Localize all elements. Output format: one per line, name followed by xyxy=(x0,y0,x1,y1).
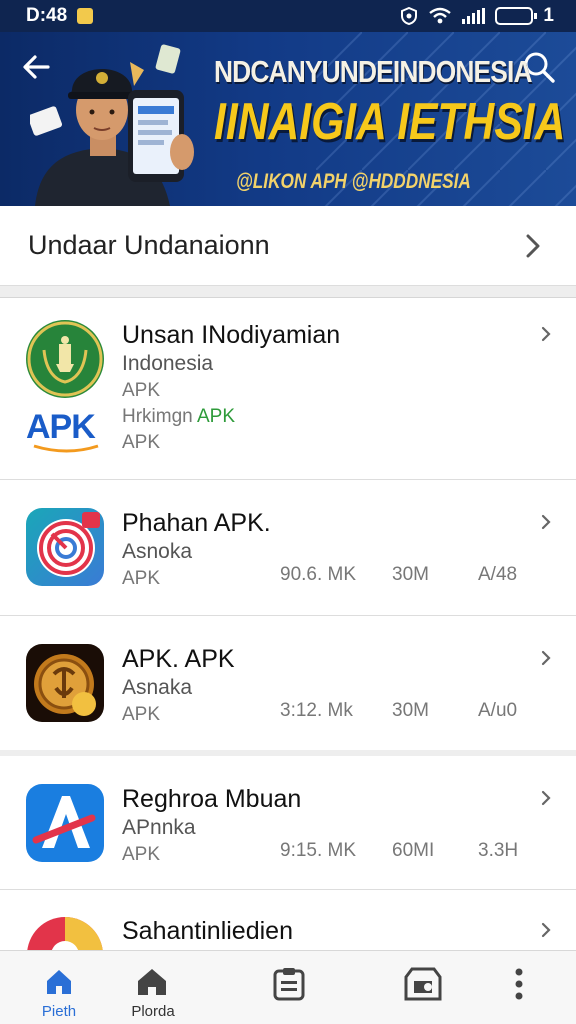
app-size: 90.6. MK xyxy=(280,564,357,585)
back-arrow-icon[interactable] xyxy=(20,52,54,82)
emblem-icon xyxy=(26,320,104,398)
colorful-circle-icon xyxy=(26,916,104,950)
list-item[interactable]: Reghroa Mbuan APnnka APK 9:15. MK 60MI 3… xyxy=(0,756,576,890)
nav-item-more[interactable] xyxy=(490,951,548,1024)
chevron-right-icon xyxy=(541,790,551,806)
target-icon xyxy=(26,508,104,586)
apk-logo-text: APK xyxy=(26,408,96,446)
list-item[interactable]: Phahan APK. Asnoka APK 90.6. MK 30M A/48 xyxy=(0,480,576,616)
list-icon xyxy=(273,968,305,1001)
app-size: 3:12. Mk xyxy=(280,700,353,721)
app-subtitle: APnnka xyxy=(122,816,196,839)
more-vertical-icon xyxy=(515,968,523,1000)
app-name: APK. APK xyxy=(122,645,235,673)
wifi-icon xyxy=(429,7,452,24)
category-row[interactable]: Undaar Undanaionn xyxy=(0,206,576,286)
app-name: Sahantinliedien xyxy=(122,917,293,945)
store-icon xyxy=(404,967,442,1001)
app-subtitle: Asnaka xyxy=(122,676,193,699)
app-text: Unsan INodiyamian Indonesia APK Hrkimgn … xyxy=(122,320,340,456)
app-text: Reghroa Mbuan APnnka APK xyxy=(122,784,301,868)
list-item[interactable]: Sahantinliedien xyxy=(0,890,576,950)
app-rating: A/48 xyxy=(478,564,518,585)
battery-icon xyxy=(495,7,538,25)
chevron-right-icon xyxy=(541,326,551,342)
chevron-right-icon xyxy=(526,234,540,257)
app-downloads: 30M xyxy=(392,700,429,721)
app-type-2: APK xyxy=(122,432,161,453)
app-downloads: 60MI xyxy=(392,840,435,861)
app-name: Phahan APK. xyxy=(122,509,271,537)
banner-title-line1: NDCANYUNDEINDONESIA xyxy=(214,54,532,89)
nav-label-home: Pieth xyxy=(41,1003,77,1020)
app-text: APK. APK Asnaka APK xyxy=(122,644,235,728)
chevron-right-icon xyxy=(541,922,551,938)
status-time: D:48 xyxy=(26,5,68,26)
app-downloads: 30M xyxy=(392,564,429,585)
app-extra-accent: APK xyxy=(196,406,235,427)
section-divider xyxy=(0,286,576,298)
signal-icon xyxy=(462,8,486,24)
app-type: APK xyxy=(122,704,161,725)
smile-arrow-icon xyxy=(33,444,99,453)
status-bar: D:48 1 xyxy=(0,0,576,32)
status-right: 1 xyxy=(400,5,554,27)
app-name: Unsan INodiyamian xyxy=(122,321,341,349)
person-with-phone-illustration xyxy=(30,44,194,206)
app-subtitle: Indonesia xyxy=(122,352,214,375)
nav-item-second[interactable]: Plorda xyxy=(114,951,192,1024)
nav-item-store[interactable] xyxy=(384,951,462,1024)
app-type: APK xyxy=(122,844,161,865)
app-text: Sahantinliedien xyxy=(122,916,293,946)
app-size: 9:15. MK xyxy=(280,840,357,861)
status-right-text: 1 xyxy=(543,5,554,26)
nav-label-second: Plorda xyxy=(131,1003,175,1020)
chevron-right-icon xyxy=(541,650,551,666)
nav-item-list[interactable] xyxy=(250,951,328,1024)
list-item[interactable]: APK Unsan INodiyamian Indonesia APK Hrki… xyxy=(0,298,576,480)
home-icon xyxy=(47,970,71,994)
letter-a-icon xyxy=(26,784,104,862)
app-text: Phahan APK. Asnoka APK xyxy=(122,508,271,592)
header-banner: NDCANYUNDEINDONESIA IINAIGIA IETHSIA @LI… xyxy=(0,32,576,206)
app-list: APK Unsan INodiyamian Indonesia APK Hrki… xyxy=(0,298,576,950)
bottom-navigation: Pieth Plorda xyxy=(0,950,576,1024)
notification-icon xyxy=(77,8,94,24)
app-type: APK xyxy=(122,380,161,401)
category-title: Undaar Undanaionn xyxy=(28,230,270,260)
apk-logo: APK xyxy=(26,408,106,453)
banner-title-line2: IINAIGIA IETHSIA xyxy=(214,93,566,151)
app-subtitle: Asnoka xyxy=(122,540,193,563)
app-extra: Hrkimgn APK xyxy=(122,404,340,430)
shield-icon xyxy=(401,7,418,25)
golden-coin-icon xyxy=(26,644,104,722)
banner-subtitle: @LIKON APH @HDDDNESIA xyxy=(236,170,471,193)
app-rating: 3.3H xyxy=(478,840,519,861)
home-icon xyxy=(138,969,166,995)
app-name: Reghroa Mbuan xyxy=(122,785,302,813)
app-extra-prefix: Hrkimgn xyxy=(122,406,193,427)
nav-item-home[interactable]: Pieth xyxy=(20,951,98,1024)
app-rating: A/u0 xyxy=(478,700,518,721)
app-type: APK xyxy=(122,568,161,589)
status-left: D:48 xyxy=(26,5,94,27)
list-item[interactable]: APK. APK Asnaka APK 3:12. Mk 30M A/u0 xyxy=(0,616,576,756)
chevron-right-icon xyxy=(541,514,551,530)
